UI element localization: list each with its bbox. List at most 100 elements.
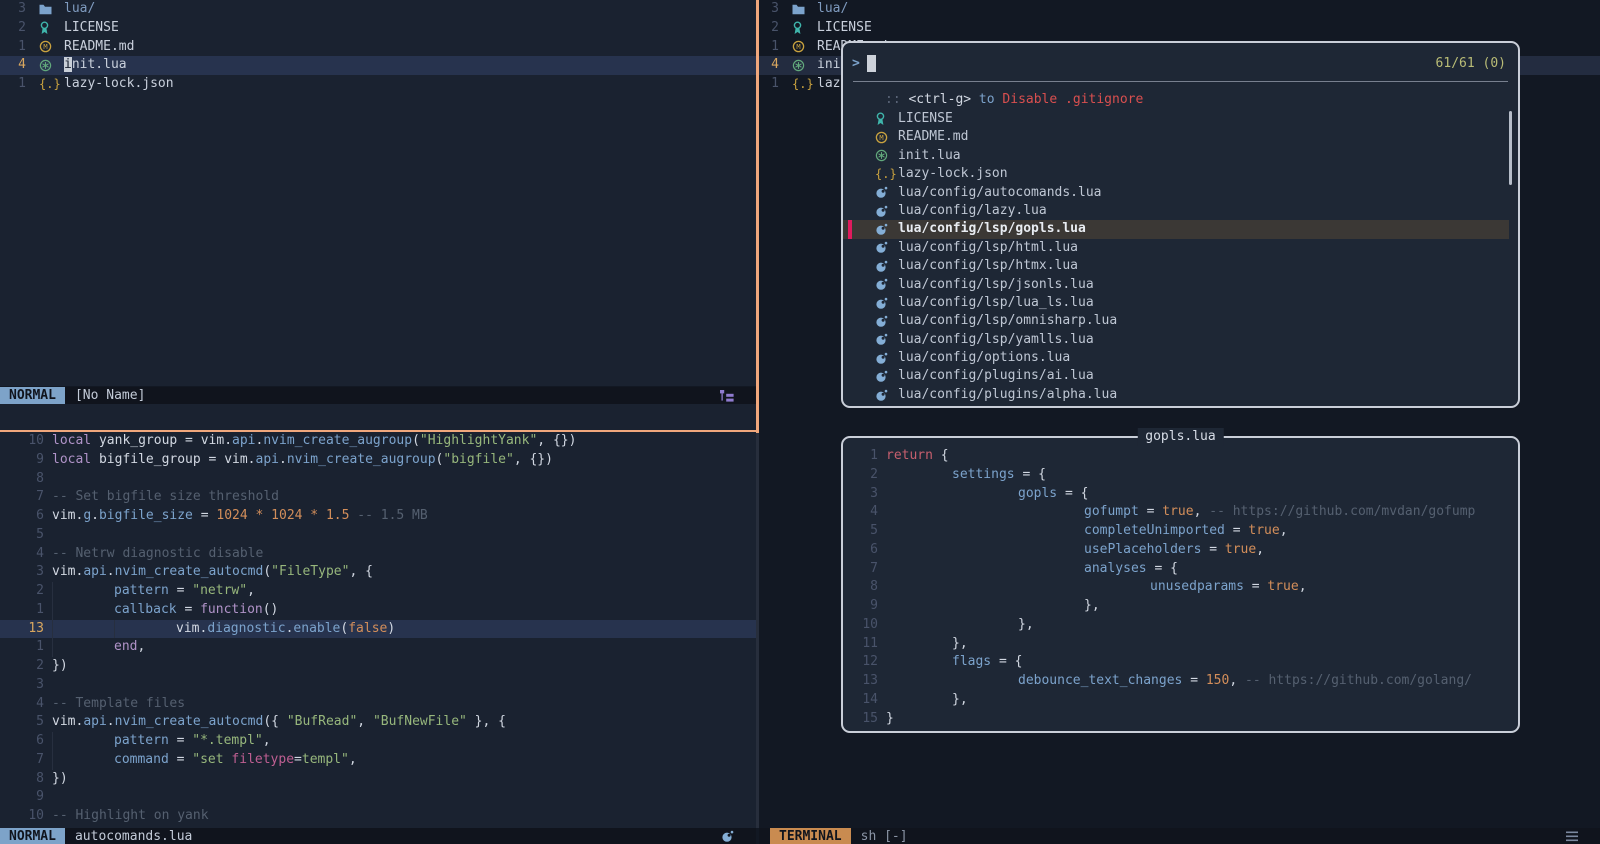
selection-marker bbox=[848, 128, 852, 146]
nvim-screen: 3lua/2LICENSE1MREADME.md4init.lua1{.}laz… bbox=[0, 0, 1600, 844]
tree-row[interactable]: 3lua/ bbox=[0, 0, 756, 19]
code-line: 10-- Highlight on yank bbox=[0, 807, 756, 826]
selection-marker bbox=[848, 312, 852, 330]
code-line: 1end, bbox=[0, 638, 756, 657]
readme-icon: M bbox=[39, 40, 55, 53]
code-line: 11}, bbox=[843, 635, 1516, 654]
tree-row[interactable]: 2LICENSE bbox=[759, 19, 1600, 38]
tree-row[interactable]: 2LICENSE bbox=[0, 19, 756, 38]
luafile-icon bbox=[875, 260, 891, 273]
mode-badge-normal: NORMAL bbox=[0, 828, 65, 844]
luafile-icon bbox=[875, 352, 891, 365]
picker-item[interactable]: LICENSE bbox=[843, 110, 1509, 128]
license-icon bbox=[39, 21, 55, 35]
selection-marker bbox=[848, 294, 852, 312]
code-line: 9local bigfile_group = vim.api.nvim_crea… bbox=[0, 451, 756, 470]
picker-item[interactable]: lua/config/lsp/omnisharp.lua bbox=[843, 312, 1509, 330]
picker-item[interactable]: init.lua bbox=[843, 147, 1509, 165]
picker-item[interactable]: MREADME.md bbox=[843, 128, 1509, 146]
svg-text:M: M bbox=[879, 134, 883, 142]
statusline-shell: sh [-] bbox=[861, 829, 908, 844]
selection-marker bbox=[848, 184, 852, 202]
svg-text:M: M bbox=[43, 44, 47, 52]
selection-marker bbox=[848, 202, 852, 220]
luafile-icon bbox=[875, 333, 891, 346]
code-line: 9 bbox=[0, 788, 756, 807]
file-tree-icon bbox=[720, 390, 734, 402]
luafile-icon bbox=[875, 205, 891, 218]
luafile-icon bbox=[875, 315, 891, 328]
tree-row[interactable]: 4init.lua bbox=[0, 56, 756, 75]
luafile-icon bbox=[875, 389, 891, 402]
tree-row[interactable]: 1MREADME.md bbox=[0, 38, 756, 57]
luafile-icon bbox=[875, 186, 891, 199]
luafile-icon bbox=[875, 370, 891, 383]
code-line: 8}) bbox=[0, 770, 756, 789]
folder-icon bbox=[39, 4, 55, 15]
code-line: 9}, bbox=[843, 597, 1516, 616]
code-line: 3gopls = { bbox=[843, 485, 1516, 504]
fzf-popup: > 61/61 (0) :: <ctrl-g> to Disable .giti… bbox=[841, 41, 1520, 408]
code-line: 6vim.g.bigfile_size = 1024 * 1024 * 1.5 … bbox=[0, 507, 756, 526]
picker-item[interactable]: lua/config/lsp/lua_ls.lua bbox=[843, 294, 1509, 312]
statusline-filename: autocomands.lua bbox=[75, 829, 192, 844]
preview-code: 1return {2settings = {3gopls = {4gofumpt… bbox=[843, 447, 1516, 728]
selection-marker bbox=[848, 367, 852, 385]
selection-marker bbox=[848, 257, 852, 275]
prompt-separator bbox=[853, 81, 1508, 82]
code-line: 3vim.api.nvim_create_autocmd("FileType",… bbox=[0, 563, 756, 582]
code-line: 4gofumpt = true, -- https://github.com/m… bbox=[843, 503, 1516, 522]
selection-marker bbox=[848, 386, 852, 404]
preview-window: gopls.lua 1return {2settings = {3gopls =… bbox=[841, 436, 1520, 733]
selection-marker bbox=[848, 220, 852, 238]
license-icon bbox=[792, 21, 808, 35]
statusline-filename: [No Name] bbox=[75, 388, 145, 403]
luafile-icon bbox=[875, 241, 891, 254]
picker-item[interactable]: lua/config/options.lua bbox=[843, 349, 1509, 367]
selection-marker bbox=[848, 239, 852, 257]
fzf-scrollbar[interactable] bbox=[1509, 111, 1512, 185]
code-line: 13vim.diagnostic.enable(false) bbox=[0, 620, 756, 639]
code-line: 5completeUnimported = true, bbox=[843, 522, 1516, 541]
picker-item[interactable]: lua/config/lsp/html.lua bbox=[843, 239, 1509, 257]
picker-item[interactable]: lua/config/lsp/yamlls.lua bbox=[843, 331, 1509, 349]
picker-item[interactable]: lua/config/plugins/ai.lua bbox=[843, 367, 1509, 385]
code-line: 4-- Netrw diagnostic disable bbox=[0, 545, 756, 564]
readme-icon: M bbox=[875, 131, 891, 144]
mode-badge-normal: NORMAL bbox=[0, 387, 65, 404]
picker-item[interactable]: lua/config/lsp/htmx.lua bbox=[843, 257, 1509, 275]
fzf-file-list: LICENSEMREADME.mdinit.lua{.}lazy-lock.js… bbox=[843, 110, 1518, 404]
picker-item[interactable]: {.}lazy-lock.json bbox=[843, 165, 1509, 183]
code-window[interactable]: 10local yank_group = vim.api.nvim_create… bbox=[0, 432, 756, 828]
fzf-prompt-row[interactable]: > 61/61 (0) bbox=[852, 52, 1506, 74]
selection-marker bbox=[848, 349, 852, 367]
statusline-explorer: NORMAL [No Name] bbox=[0, 387, 756, 404]
picker-item[interactable]: lua/config/lazy.lua bbox=[843, 202, 1509, 220]
picker-item[interactable]: lua/config/lsp/gopls.lua bbox=[843, 220, 1509, 238]
file-explorer-window[interactable]: 3lua/2LICENSE1MREADME.md4init.lua1{.}laz… bbox=[0, 0, 756, 386]
json-icon: {.} bbox=[792, 75, 808, 95]
picker-item[interactable]: lua/config/lsp/jsonls.lua bbox=[843, 276, 1509, 294]
selection-marker bbox=[848, 110, 852, 128]
code-line: 7-- Set bigfile size threshold bbox=[0, 488, 756, 507]
code-line: 5 bbox=[0, 526, 756, 545]
luainit-icon bbox=[792, 59, 808, 72]
window-gap bbox=[0, 404, 756, 430]
code-line: 4-- Template files bbox=[0, 695, 756, 714]
folder-icon bbox=[792, 4, 808, 15]
picker-item[interactable]: lua/config/plugins/alpha.lua bbox=[843, 386, 1509, 404]
tree-row[interactable]: 1{.}lazy-lock.json bbox=[0, 75, 756, 94]
window-separator-vertical-bottom bbox=[756, 433, 759, 828]
luafile-icon bbox=[875, 223, 891, 236]
code-line: 2}) bbox=[0, 657, 756, 676]
code-line: 8 bbox=[0, 470, 756, 489]
selection-marker bbox=[848, 276, 852, 294]
selection-marker bbox=[848, 165, 852, 183]
fzf-match-counter: 61/61 (0) bbox=[1436, 56, 1506, 71]
code-line: 15} bbox=[843, 710, 1516, 729]
code-line: 1callback = function() bbox=[0, 601, 756, 620]
tree-row[interactable]: 3lua/ bbox=[759, 0, 1600, 19]
list-lines-icon bbox=[1566, 831, 1578, 842]
code-line: 1return { bbox=[843, 447, 1516, 466]
picker-item[interactable]: lua/config/autocomands.lua bbox=[843, 184, 1509, 202]
